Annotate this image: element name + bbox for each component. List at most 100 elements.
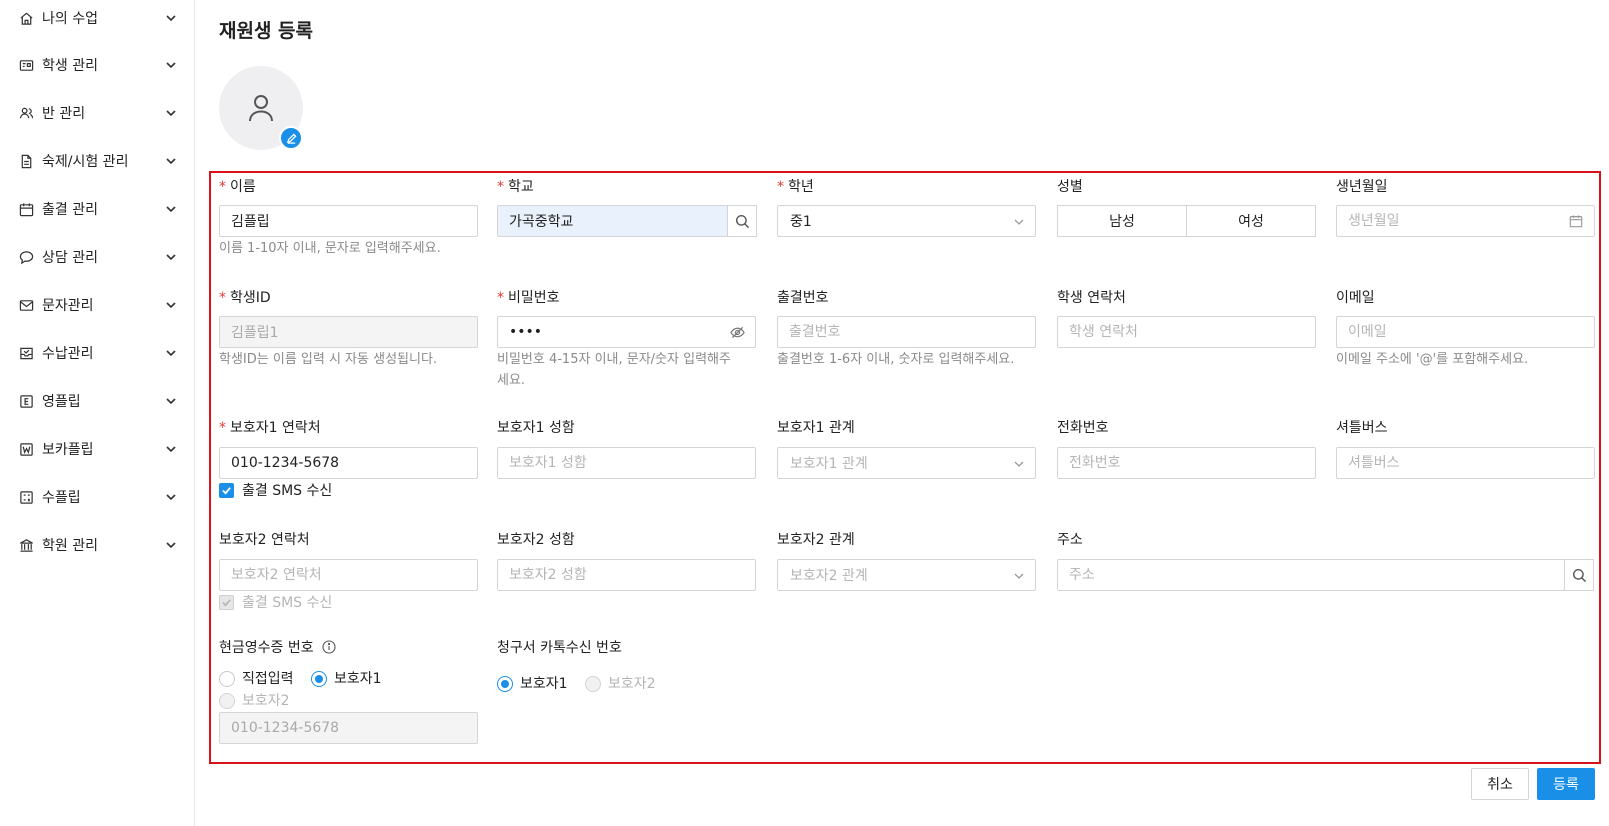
shuttle-label: 셔틀버스 [1336, 420, 1388, 436]
guardian2-relation-label: 보호자2 관계 [777, 532, 855, 548]
chat-icon [18, 249, 34, 265]
pencil-icon [286, 132, 297, 144]
guardian1-relation-label: 보호자1 관계 [777, 420, 855, 436]
chevron-down-icon [166, 158, 176, 165]
guardian1-sms-label: 출결 SMS 수신 [242, 483, 333, 499]
checkmark-icon [222, 487, 231, 495]
cash-receipt-guardian1-label: 보호자1 [334, 671, 382, 687]
calendar-icon[interactable] [1569, 214, 1583, 228]
school-search-button[interactable] [727, 205, 757, 237]
guardian2-name-label: 보호자2 성함 [497, 532, 575, 548]
sidebar-item-attendance[interactable]: 출결 관리 [0, 189, 194, 229]
w-badge-icon [18, 441, 34, 457]
guardian1-name-input[interactable] [497, 447, 756, 479]
address-search-button[interactable] [1564, 559, 1594, 591]
cash-receipt-direct-radio[interactable] [219, 671, 235, 687]
sidebar-item-label: 영플립 [42, 394, 81, 410]
mail-icon [18, 297, 34, 313]
chevron-down-icon [166, 110, 176, 117]
password-input[interactable] [497, 316, 756, 348]
guardian1-relation-placeholder: 보호자1 관계 [790, 456, 868, 472]
sidebar-item-students[interactable]: 학생 관리 [0, 45, 194, 85]
inbox-check-icon [18, 345, 34, 361]
guardian2-relation-placeholder: 보호자2 관계 [790, 568, 868, 584]
sidebar-item-label: 상담 관리 [42, 250, 98, 266]
sidebar-item-academy[interactable]: 학원 관리 [0, 525, 194, 565]
guardian1-sms-checkbox[interactable] [219, 483, 234, 498]
guardian2-phone-input[interactable] [219, 559, 478, 591]
sidebar-item-label: 수플립 [42, 490, 81, 506]
attendance-no-label: 출결번호 [777, 290, 829, 306]
name-label: * 이름 [219, 179, 256, 195]
invoice-kakao-label: 청구서 카톡수신 번호 [497, 640, 622, 656]
invoice-kakao-guardian2-radio[interactable] [585, 676, 601, 692]
password-label: * 비밀번호 [497, 290, 560, 306]
info-icon[interactable] [322, 640, 336, 654]
sidebar-item-payments[interactable]: 수납관리 [0, 333, 194, 373]
chevron-down-icon [1014, 219, 1024, 225]
chevron-down-icon [166, 254, 176, 261]
student-id-label: * 학생ID [219, 290, 271, 306]
sidebar-item-label: 보카플립 [42, 442, 94, 458]
guardian1-relation-select[interactable]: 보호자1 관계 [777, 447, 1036, 479]
sidebar-item-sms[interactable]: 문자관리 [0, 285, 194, 325]
sidebar-item-label: 문자관리 [42, 298, 94, 314]
guardian2-name-input[interactable] [497, 559, 756, 591]
chevron-down-icon [166, 494, 176, 501]
cash-receipt-direct-label: 직접입력 [242, 671, 294, 687]
email-input[interactable] [1336, 316, 1595, 348]
guardian1-phone-input[interactable] [219, 447, 478, 479]
gender-male-button[interactable]: 남성 [1057, 205, 1187, 237]
cash-receipt-guardian1-radio[interactable] [311, 671, 327, 687]
guardian2-sms-label: 출결 SMS 수신 [242, 595, 333, 611]
school-label: * 학교 [497, 179, 534, 195]
student-id-help: 학생ID는 이름 입력 시 자동 생성됩니다. [219, 352, 438, 367]
gender-female-button[interactable]: 여성 [1186, 205, 1316, 237]
avatar-edit-button[interactable] [279, 126, 303, 150]
grid-icon [18, 489, 34, 505]
guardian2-sms-checkbox[interactable] [219, 595, 234, 610]
submit-button[interactable]: 등록 [1537, 768, 1595, 800]
chevron-down-icon [166, 350, 176, 357]
invoice-kakao-guardian2-label: 보호자2 [608, 676, 656, 692]
sidebar-item-homework-exam[interactable]: 숙제/시험 관리 [0, 141, 194, 181]
chevron-down-icon [1014, 461, 1024, 467]
cancel-button[interactable]: 취소 [1471, 768, 1529, 800]
student-phone-input[interactable] [1057, 316, 1316, 348]
sidebar-item-counseling[interactable]: 상담 관리 [0, 237, 194, 277]
e-badge-icon [18, 393, 34, 409]
chevron-down-icon [166, 15, 176, 22]
name-input[interactable] [219, 205, 478, 237]
sidebar-item-classes[interactable]: 반 관리 [0, 93, 194, 133]
sidebar-item-suflip[interactable]: 수플립 [0, 477, 194, 517]
email-label: 이메일 [1336, 290, 1375, 306]
birth-input[interactable] [1336, 205, 1595, 237]
calendar-icon [18, 201, 34, 217]
chevron-down-icon [166, 62, 176, 69]
cash-receipt-number-input [219, 712, 478, 744]
sidebar-item-label: 숙제/시험 관리 [42, 154, 129, 170]
chevron-down-icon [166, 302, 176, 309]
sidebar-item-youngflip[interactable]: 영플립 [0, 381, 194, 421]
home-icon [18, 10, 34, 26]
id-card-icon [18, 57, 34, 73]
checkmark-icon [222, 599, 231, 607]
grade-select[interactable]: 중1 [777, 205, 1036, 237]
attendance-no-input[interactable] [777, 316, 1036, 348]
sidebar-item-vocaflip[interactable]: 보카플립 [0, 429, 194, 469]
shuttle-input[interactable] [1336, 447, 1595, 479]
gender-label: 성별 [1057, 179, 1083, 195]
sidebar-item-my-class[interactable]: 나의 수업 [0, 0, 194, 38]
chevron-down-icon [166, 398, 176, 405]
invoice-kakao-guardian1-radio[interactable] [497, 676, 513, 692]
search-icon [735, 214, 749, 228]
cash-receipt-guardian2-radio[interactable] [219, 693, 235, 709]
address-input[interactable] [1057, 559, 1565, 591]
chevron-down-icon [166, 446, 176, 453]
sidebar-item-label: 학원 관리 [42, 538, 98, 554]
guardian2-relation-select[interactable]: 보호자2 관계 [777, 559, 1036, 591]
school-input[interactable] [497, 205, 729, 237]
eye-off-icon[interactable] [730, 325, 745, 340]
phone-input[interactable] [1057, 447, 1316, 479]
users-icon [18, 105, 34, 121]
